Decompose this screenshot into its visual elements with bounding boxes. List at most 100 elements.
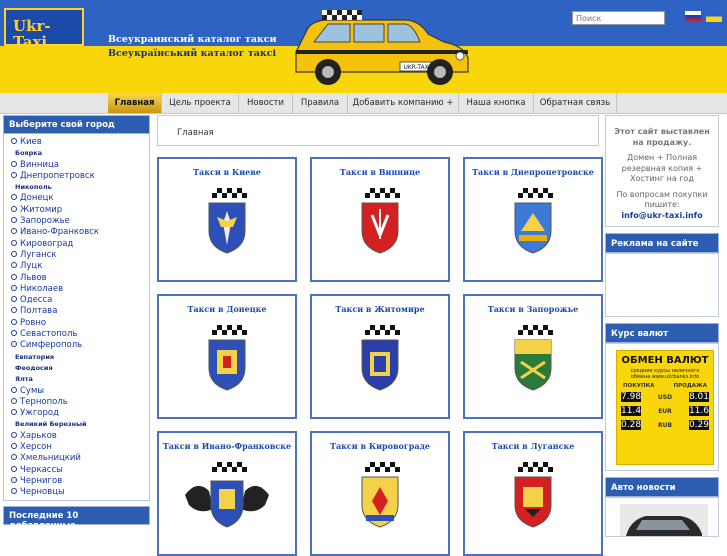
sub-city-link[interactable]: Великий Березный: [11, 419, 149, 430]
city-card[interactable]: Такси в Ивано-Франковске: [157, 431, 297, 556]
city-link[interactable]: Херсон: [11, 442, 149, 453]
sub-city-link[interactable]: Евпатория: [11, 352, 149, 363]
city-link[interactable]: Полтава: [11, 306, 149, 317]
city-link[interactable]: Донецк: [11, 193, 149, 204]
city-link[interactable]: Луцк: [11, 261, 149, 272]
city-card[interactable]: Такси в Запорожье: [463, 294, 603, 419]
nav-news[interactable]: Новости: [239, 93, 293, 113]
city-link[interactable]: Одесса: [11, 295, 149, 306]
city-card[interactable]: Такси в Днепропетровске: [463, 157, 603, 282]
bullet-icon: [11, 307, 17, 314]
city-card[interactable]: Такси в Виннице: [310, 157, 450, 282]
sub-city-link[interactable]: Никополь: [11, 182, 149, 193]
city-link[interactable]: Запорожье: [11, 216, 149, 227]
city-link[interactable]: Тернополь: [11, 397, 149, 408]
sale-email-link[interactable]: info@ukr-taxi.info: [621, 211, 702, 220]
bullet-icon: [11, 386, 17, 393]
city-link[interactable]: Симферополь: [11, 340, 149, 351]
bullet-icon: [11, 194, 17, 201]
search-input[interactable]: [572, 11, 665, 25]
city-card-title[interactable]: Такси в Кировограде: [312, 441, 448, 451]
sub-city-link[interactable]: Ялта: [11, 374, 149, 385]
city-card-title[interactable]: Такси в Житомире: [312, 304, 448, 314]
coat-of-arms-image[interactable]: [179, 475, 275, 532]
city-name: Луцк: [20, 261, 43, 272]
city-name: Львов: [20, 272, 47, 283]
city-card-title[interactable]: Такси в Днепропетровске: [465, 167, 601, 177]
city-link[interactable]: Ужгород: [11, 408, 149, 419]
city-name: Севастополь: [20, 329, 78, 340]
city-name: Полтава: [20, 306, 58, 317]
bullet-icon: [11, 454, 17, 461]
site-logo[interactable]: Ukr-Taxi: [4, 8, 84, 50]
bullet-icon: [11, 262, 17, 269]
city-link[interactable]: Луганск: [11, 250, 149, 261]
city-link[interactable]: Житомир: [11, 205, 149, 216]
city-link[interactable]: Хмельницкий: [11, 453, 149, 464]
city-link[interactable]: Николаев: [11, 284, 149, 295]
coat-of-arms-image[interactable]: [511, 338, 555, 395]
slogan-ua: Всеукраїнський каталог таксі: [108, 48, 277, 59]
buy-label: ПОКУПКА: [623, 383, 655, 389]
nav-add-company[interactable]: Добавить компанию +: [348, 93, 459, 113]
exchange-rates-widget[interactable]: ОБМЕН ВАЛЮТ средние курсы наличного обме…: [616, 350, 714, 465]
city-card-title[interactable]: Такси в Киеве: [159, 167, 295, 177]
city-card-title[interactable]: Такси в Запорожье: [465, 304, 601, 314]
taxi-checker-icon: [365, 462, 400, 475]
coat-of-arms-image[interactable]: [205, 201, 249, 258]
nav-rules[interactable]: Правила: [293, 93, 348, 113]
car-photo-image[interactable]: [620, 504, 708, 537]
main-nav: Главная Цель проекта Новости Правила Доб…: [0, 93, 727, 114]
buy-rate: 0.28: [621, 420, 642, 430]
currency-code: RUB: [657, 421, 673, 429]
city-link[interactable]: Черкассы: [11, 465, 149, 476]
exchange-rows: 7.98 USD 8.01 11.4 EUR 11.6 0.28 RUB 0.29: [617, 390, 713, 432]
nav-project-goal[interactable]: Цель проекта: [162, 93, 239, 113]
coat-of-arms-image[interactable]: [511, 201, 555, 258]
city-link[interactable]: Севастополь: [11, 329, 149, 340]
city-card-title[interactable]: Такси в Донецке: [159, 304, 295, 314]
rates-area: ОБМЕН ВАЛЮТ средние курсы наличного обме…: [605, 343, 719, 471]
recent-added-title: Последние 10 добавленные: [3, 505, 150, 531]
city-card[interactable]: Такси в Житомире: [310, 294, 450, 419]
coat-of-arms-image[interactable]: [507, 475, 559, 532]
coat-of-arms-image[interactable]: [358, 201, 402, 258]
city-link[interactable]: Винница: [11, 160, 149, 171]
city-link[interactable]: Харьков: [11, 431, 149, 442]
sub-city-link[interactable]: Феодосия: [11, 363, 149, 374]
taxi-checker-icon: [212, 325, 247, 338]
exchange-row: 7.98 USD 8.01: [617, 390, 713, 404]
nav-feedback[interactable]: Обратная связь: [534, 93, 617, 113]
city-card-title[interactable]: Такси в Ивано-Франковске: [159, 441, 295, 451]
city-link[interactable]: Сумы: [11, 386, 149, 397]
sub-city-link[interactable]: Боярка: [11, 148, 149, 159]
bullet-icon: [11, 250, 17, 257]
russian-flag-icon[interactable]: [685, 11, 701, 22]
coat-of-arms-image[interactable]: [358, 475, 402, 532]
city-name: Луганск: [20, 249, 57, 260]
bullet-icon: [11, 488, 17, 495]
site-for-sale-box: Этот сайт выставлен на продажу. Домен + …: [605, 115, 719, 227]
city-card[interactable]: Такси в Кировограде: [310, 431, 450, 556]
city-link[interactable]: Днепропетровск: [11, 171, 149, 182]
nav-our-button[interactable]: Наша кнопка: [459, 93, 534, 113]
city-link[interactable]: Киев: [11, 137, 149, 148]
sale-title: Этот сайт выставлен на продажу.: [614, 127, 710, 147]
city-link[interactable]: Ивано-Франковск: [11, 227, 149, 238]
ukrainian-flag-icon[interactable]: [706, 11, 722, 22]
city-name: Донецк: [20, 193, 54, 204]
city-link[interactable]: Чернигов: [11, 476, 149, 487]
city-card[interactable]: Такси в Луганске: [463, 431, 603, 556]
coat-of-arms-image[interactable]: [358, 338, 402, 395]
city-link[interactable]: Ровно: [11, 318, 149, 329]
city-link[interactable]: Львов: [11, 273, 149, 284]
nav-home[interactable]: Главная: [108, 93, 162, 113]
city-card[interactable]: Такси в Донецке: [157, 294, 297, 419]
city-card[interactable]: Такси в Киеве: [157, 157, 297, 282]
city-link[interactable]: Кировоград: [11, 239, 149, 250]
city-card-title[interactable]: Такси в Луганске: [465, 441, 601, 451]
taxi-checker-icon: [212, 188, 247, 201]
coat-of-arms-image[interactable]: [201, 338, 253, 395]
city-card-title[interactable]: Такси в Виннице: [312, 167, 448, 177]
city-link[interactable]: Черновцы: [11, 487, 149, 498]
